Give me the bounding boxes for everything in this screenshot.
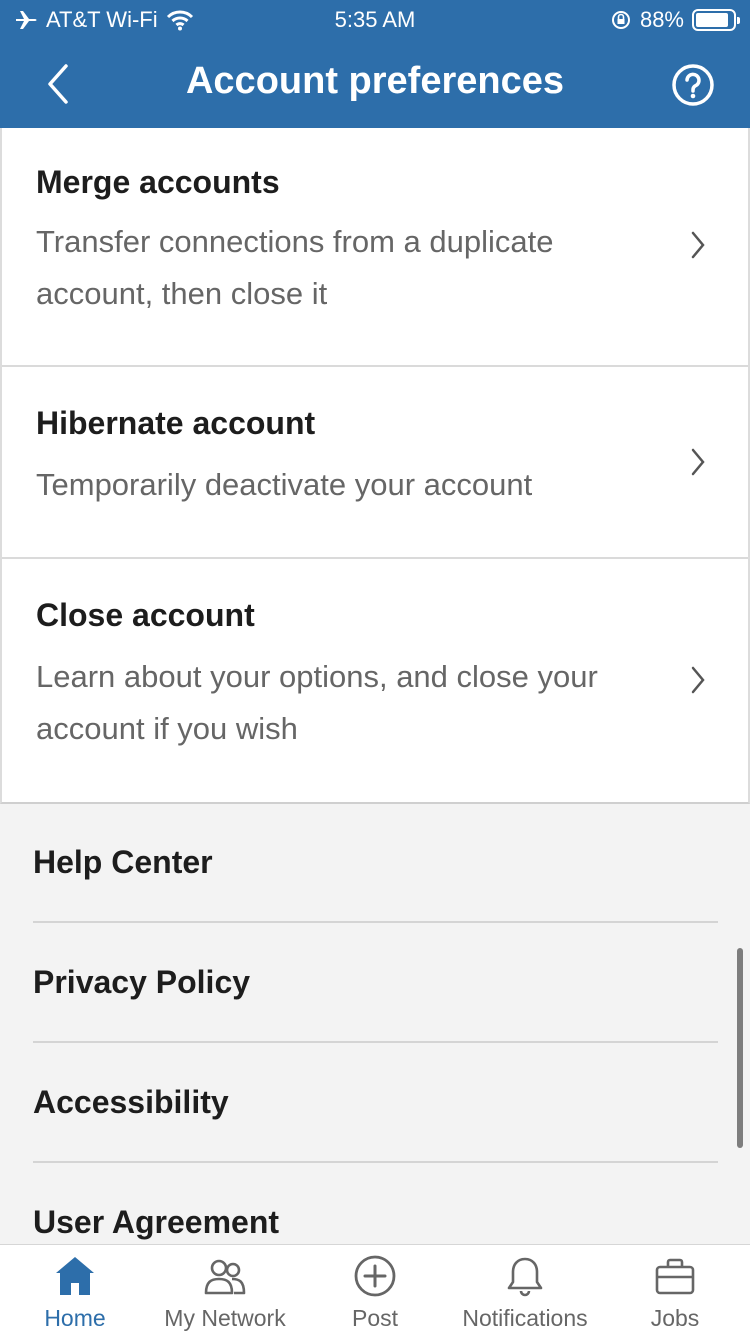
battery-percent: 88% xyxy=(639,7,684,32)
chevron-right-icon xyxy=(691,666,705,694)
battery-level xyxy=(696,13,728,27)
question-circle-icon xyxy=(672,64,714,106)
close-account-desc-line2: account if you wish xyxy=(36,711,298,746)
divider xyxy=(33,1161,718,1163)
scrollbar[interactable] xyxy=(737,948,743,1148)
close-account-item[interactable]: Close account Learn about your options, … xyxy=(2,559,748,802)
hibernate-account-description: Temporarily deactivate your account xyxy=(36,459,666,511)
tab-bar: Home My Network Post Notifications Jobs xyxy=(0,1244,750,1334)
hibernate-account-desc-line1: Temporarily deactivate your account xyxy=(36,467,533,502)
tab-label-post: Post xyxy=(351,1305,399,1331)
user-agreement-link[interactable]: User Agreement xyxy=(33,1204,279,1241)
header: AT&T Wi-Fi 5:35 AM 88% Account preferenc… xyxy=(0,0,750,128)
tab-post[interactable]: Post xyxy=(300,1245,450,1334)
close-account-desc-line1: Learn about your options, and close your xyxy=(36,659,598,694)
tab-label-notifications: Notifications xyxy=(462,1305,588,1331)
tab-home[interactable]: Home xyxy=(0,1245,150,1334)
status-right: 88% xyxy=(610,7,740,33)
chevron-right-icon xyxy=(691,448,705,476)
help-button[interactable] xyxy=(666,58,720,112)
footer-links: Help Center Privacy Policy Accessibility… xyxy=(0,804,750,1244)
merge-accounts-description: Transfer connections from a duplicate ac… xyxy=(36,216,666,320)
screen: AT&T Wi-Fi 5:35 AM 88% Account preferenc… xyxy=(0,0,750,1334)
nav-bar: Account preferences xyxy=(0,44,750,124)
tab-my-network[interactable]: My Network xyxy=(150,1245,300,1334)
merge-accounts-desc-line1: Transfer connections from a duplicate xyxy=(36,224,554,259)
close-account-description: Learn about your options, and close your… xyxy=(36,651,666,755)
orientation-lock-icon xyxy=(611,11,630,29)
help-center-link[interactable]: Help Center xyxy=(33,844,213,881)
merge-accounts-title: Merge accounts xyxy=(36,164,280,200)
hibernate-account-item[interactable]: Hibernate account Temporarily deactivate… xyxy=(2,367,748,557)
divider xyxy=(33,921,718,923)
bell-icon xyxy=(507,1257,543,1297)
hibernate-account-title: Hibernate account xyxy=(36,405,316,441)
chevron-right-icon xyxy=(691,231,705,259)
tab-label-jobs: Jobs xyxy=(650,1305,700,1331)
briefcase-icon xyxy=(655,1258,695,1295)
divider xyxy=(33,1041,718,1043)
plus-circle-icon xyxy=(354,1255,396,1297)
tab-label-my-network: My Network xyxy=(164,1305,286,1331)
home-icon xyxy=(56,1257,94,1295)
tab-notifications[interactable]: Notifications xyxy=(450,1245,600,1334)
accessibility-link[interactable]: Accessibility xyxy=(33,1084,229,1121)
tab-jobs[interactable]: Jobs xyxy=(600,1245,750,1334)
status-bar: AT&T Wi-Fi 5:35 AM 88% xyxy=(0,0,750,40)
tab-label-home: Home xyxy=(44,1305,106,1331)
privacy-policy-link[interactable]: Privacy Policy xyxy=(33,964,250,1001)
battery-icon xyxy=(692,9,740,31)
preferences-list: Merge accounts Transfer connections from… xyxy=(0,128,750,804)
page-title: Account preferences xyxy=(185,60,564,102)
merge-accounts-desc-line2: account, then close it xyxy=(36,276,328,311)
merge-accounts-item[interactable]: Merge accounts Transfer connections from… xyxy=(2,128,748,365)
close-account-title: Close account xyxy=(36,597,255,633)
network-icon xyxy=(204,1259,246,1295)
